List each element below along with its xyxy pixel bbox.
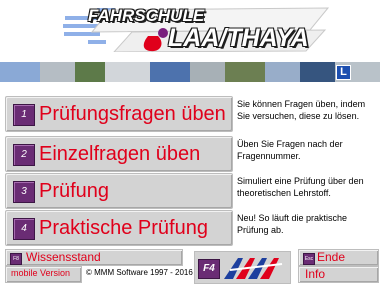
photo-tile xyxy=(150,62,191,82)
einzelfragen-ueben-button[interactable]: 2 Einzelfragen üben xyxy=(5,136,233,172)
photo-tile xyxy=(105,62,151,82)
f4-logo-button[interactable]: F4 xyxy=(194,251,291,284)
menu-description: Simuliert eine Prüfung über den theoreti… xyxy=(237,176,364,198)
photo-strip xyxy=(0,62,380,82)
ende-label: Ende xyxy=(317,250,346,264)
menu-description: Sie können Fragen üben, indem Sie versuc… xyxy=(237,99,366,121)
app-header: FAHRSCHULE LAA/THAYA xyxy=(0,0,380,62)
photo-tile xyxy=(265,62,301,82)
logo-line-1: FAHRSCHULE xyxy=(88,6,205,25)
mmm-logo-icon xyxy=(224,258,283,279)
pruefungsfragen-ueben-button[interactable]: 1 Prüfungsfragen üben xyxy=(5,96,233,132)
key-badge: Esc xyxy=(303,253,315,265)
photo-tile xyxy=(190,62,226,82)
learner-plate-badge: L xyxy=(336,65,351,80)
menu-row-4: 4 Praktische Prüfung Neu! So läuft die p… xyxy=(0,210,380,246)
menu-label: Prüfungsfragen üben xyxy=(39,103,226,125)
mobile-version-label: mobile Version xyxy=(11,268,71,278)
menu-key-badge: 1 xyxy=(13,104,35,126)
wissensstand-button[interactable]: F8 Wissensstand xyxy=(5,249,183,266)
menu-key-badge: 3 xyxy=(13,181,35,203)
menu-row-2: 2 Einzelfragen üben Üben Sie Fragen nach… xyxy=(0,136,380,172)
copyright-text: © MMM Software 1997 - 2016 xyxy=(86,268,193,277)
photo-tile xyxy=(300,62,336,82)
ende-button[interactable]: Esc Ende xyxy=(298,249,379,266)
photo-tile xyxy=(0,62,41,82)
photo-tile xyxy=(40,62,76,82)
logo-line-2: LAA/THAYA xyxy=(168,24,309,52)
menu-row-3: 3 Prüfung Simuliert eine Prüfung über de… xyxy=(0,173,380,209)
pruefung-button[interactable]: 3 Prüfung xyxy=(5,173,233,209)
f4-key-badge: F4 xyxy=(198,259,220,279)
menu-row-1: 1 Prüfungsfragen üben Sie können Fragen … xyxy=(0,96,380,132)
menu-label: Einzelfragen üben xyxy=(39,143,201,165)
menu-label: Praktische Prüfung xyxy=(39,217,208,239)
mobile-version-button[interactable]: mobile Version xyxy=(5,266,82,283)
menu-label: Prüfung xyxy=(39,180,110,202)
info-button[interactable]: Info xyxy=(298,266,379,283)
photo-tile xyxy=(225,62,266,82)
info-label: Info xyxy=(305,267,326,281)
menu-description: Neu! So läuft die praktische Prüfung ab. xyxy=(237,213,348,235)
photo-tile xyxy=(75,62,106,82)
menu-description: Üben Sie Fragen nach der Fragennummer. xyxy=(237,139,343,161)
key-badge: F8 xyxy=(10,253,22,265)
praktische-pruefung-button[interactable]: 4 Praktische Prüfung xyxy=(5,210,233,246)
wissensstand-label: Wissensstand xyxy=(26,250,101,264)
menu-key-badge: 4 xyxy=(13,218,35,240)
menu-key-badge: 2 xyxy=(13,144,35,166)
